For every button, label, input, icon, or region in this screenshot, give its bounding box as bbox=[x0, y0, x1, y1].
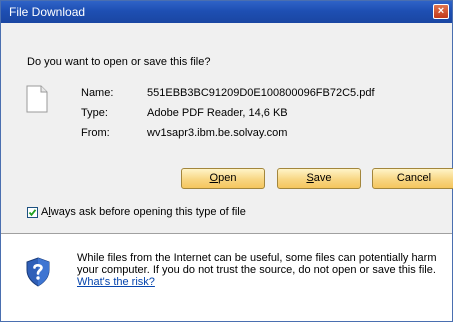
open-label: pen bbox=[218, 172, 237, 184]
file-source-row: From: wv1sapr3.ibm.be.solvay.com bbox=[81, 127, 401, 147]
always-ask-checkbox[interactable] bbox=[27, 207, 38, 218]
name-label: Name: bbox=[81, 87, 114, 99]
save-label: ave bbox=[313, 172, 332, 184]
title-bar[interactable]: File Download × bbox=[1, 1, 452, 23]
file-name-row: Name: 551EBB3BC91209D0E100800096FB72C5.p… bbox=[81, 87, 401, 107]
warning-text-block: While files from the Internet can be use… bbox=[77, 252, 437, 288]
prompt-text: Do you want to open or save this file? bbox=[27, 56, 211, 68]
cancel-button[interactable]: Cancel bbox=[372, 168, 453, 189]
file-type: Adobe PDF Reader, 14,6 KB bbox=[147, 107, 288, 119]
shield-question-icon bbox=[25, 257, 51, 290]
save-button[interactable]: Save bbox=[277, 168, 361, 189]
close-icon: × bbox=[437, 5, 445, 17]
save-accel-key: S bbox=[306, 172, 314, 184]
dialog-title: File Download bbox=[9, 5, 86, 19]
close-button[interactable]: × bbox=[433, 4, 449, 19]
cancel-label: Cancel bbox=[396, 172, 432, 184]
warning-message: While files from the Internet can be use… bbox=[77, 252, 437, 276]
type-label: Type: bbox=[81, 107, 108, 119]
document-icon bbox=[26, 85, 48, 116]
file-name: 551EBB3BC91209D0E100800096FB72C5.pdf bbox=[147, 87, 375, 99]
file-download-dialog: File Download × Do you want to open or s… bbox=[0, 0, 453, 322]
checkmark-icon bbox=[28, 209, 37, 217]
open-accel-key: O bbox=[209, 172, 219, 184]
file-info: Name: 551EBB3BC91209D0E100800096FB72C5.p… bbox=[81, 87, 401, 147]
file-source: wv1sapr3.ibm.be.solvay.com bbox=[147, 127, 288, 139]
open-button[interactable]: Open bbox=[181, 168, 265, 189]
always-ask-label-rest: ways ask before opening this type of fil… bbox=[50, 206, 246, 218]
file-type-row: Type: Adobe PDF Reader, 14,6 KB bbox=[81, 107, 401, 127]
security-warning: While files from the Internet can be use… bbox=[1, 235, 452, 321]
whats-the-risk-link[interactable]: What's the risk? bbox=[77, 276, 155, 288]
always-ask-label[interactable]: Always ask before opening this type of f… bbox=[41, 206, 246, 218]
dialog-body: Do you want to open or save this file? N… bbox=[1, 23, 453, 321]
from-label: From: bbox=[81, 127, 110, 139]
